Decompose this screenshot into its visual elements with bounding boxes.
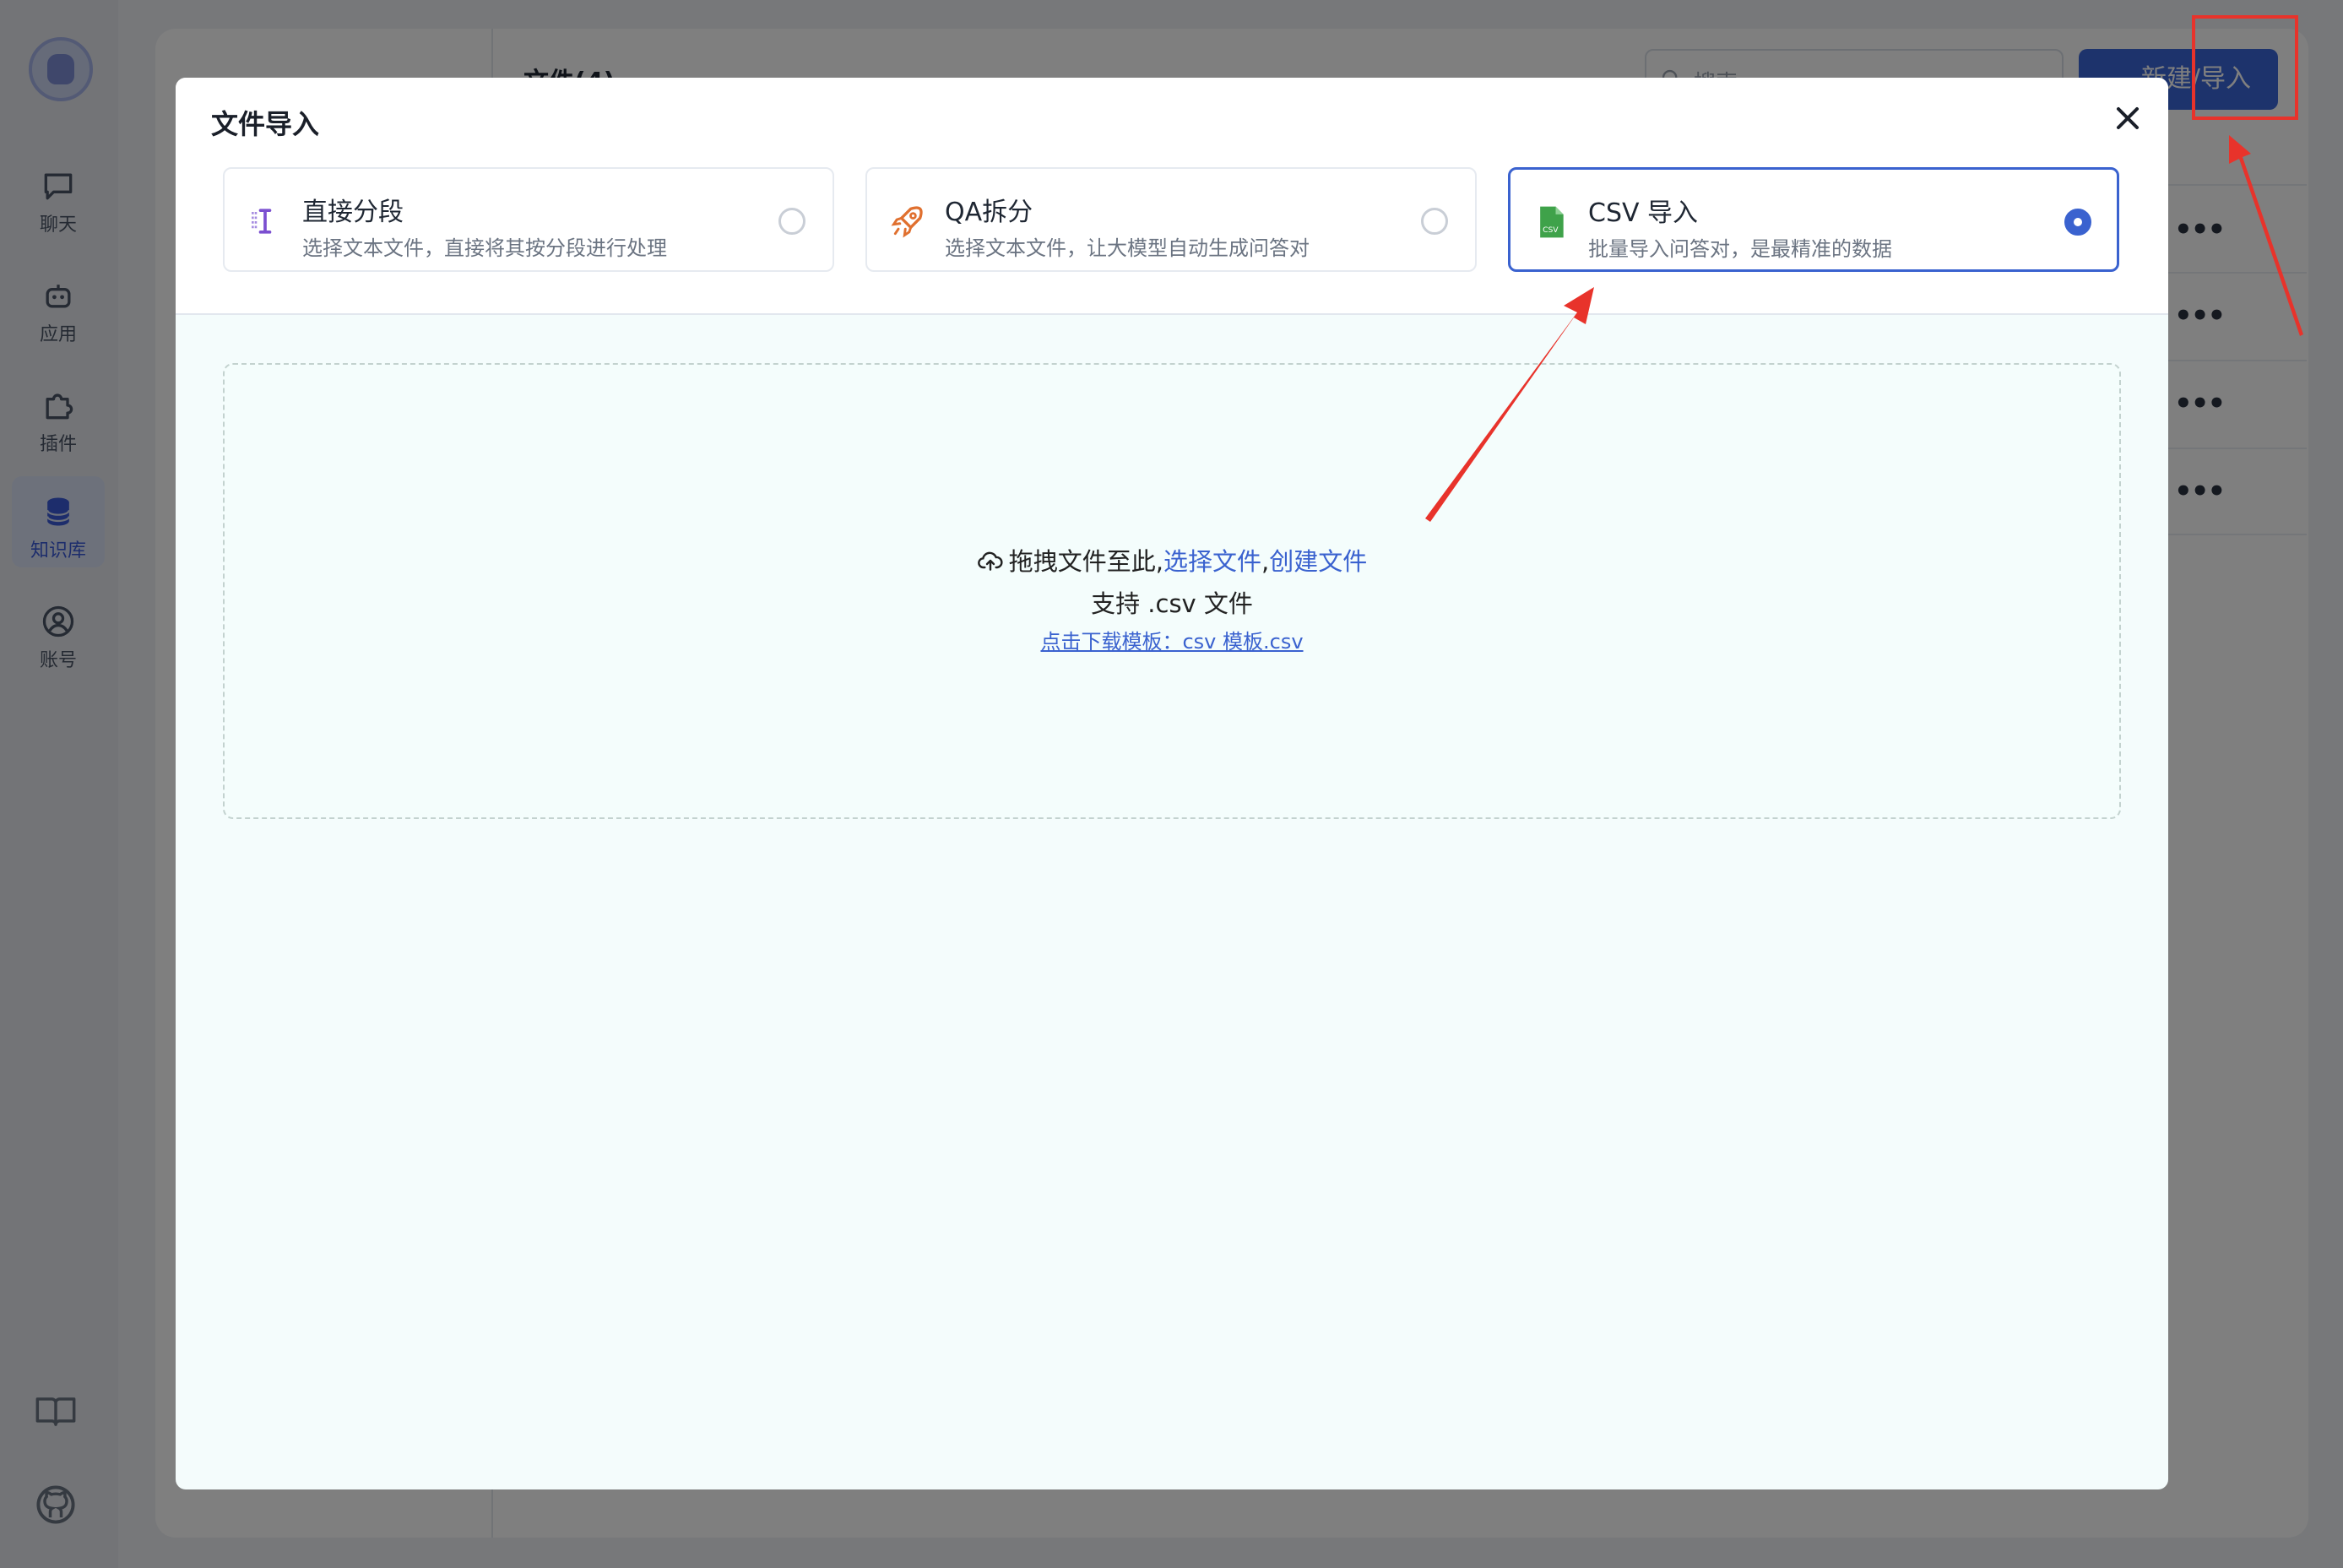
annotation-arrow-import xyxy=(2229,135,2303,336)
annotation-arrow-csv xyxy=(1425,287,1594,522)
annotation-arrows xyxy=(1425,135,2303,522)
